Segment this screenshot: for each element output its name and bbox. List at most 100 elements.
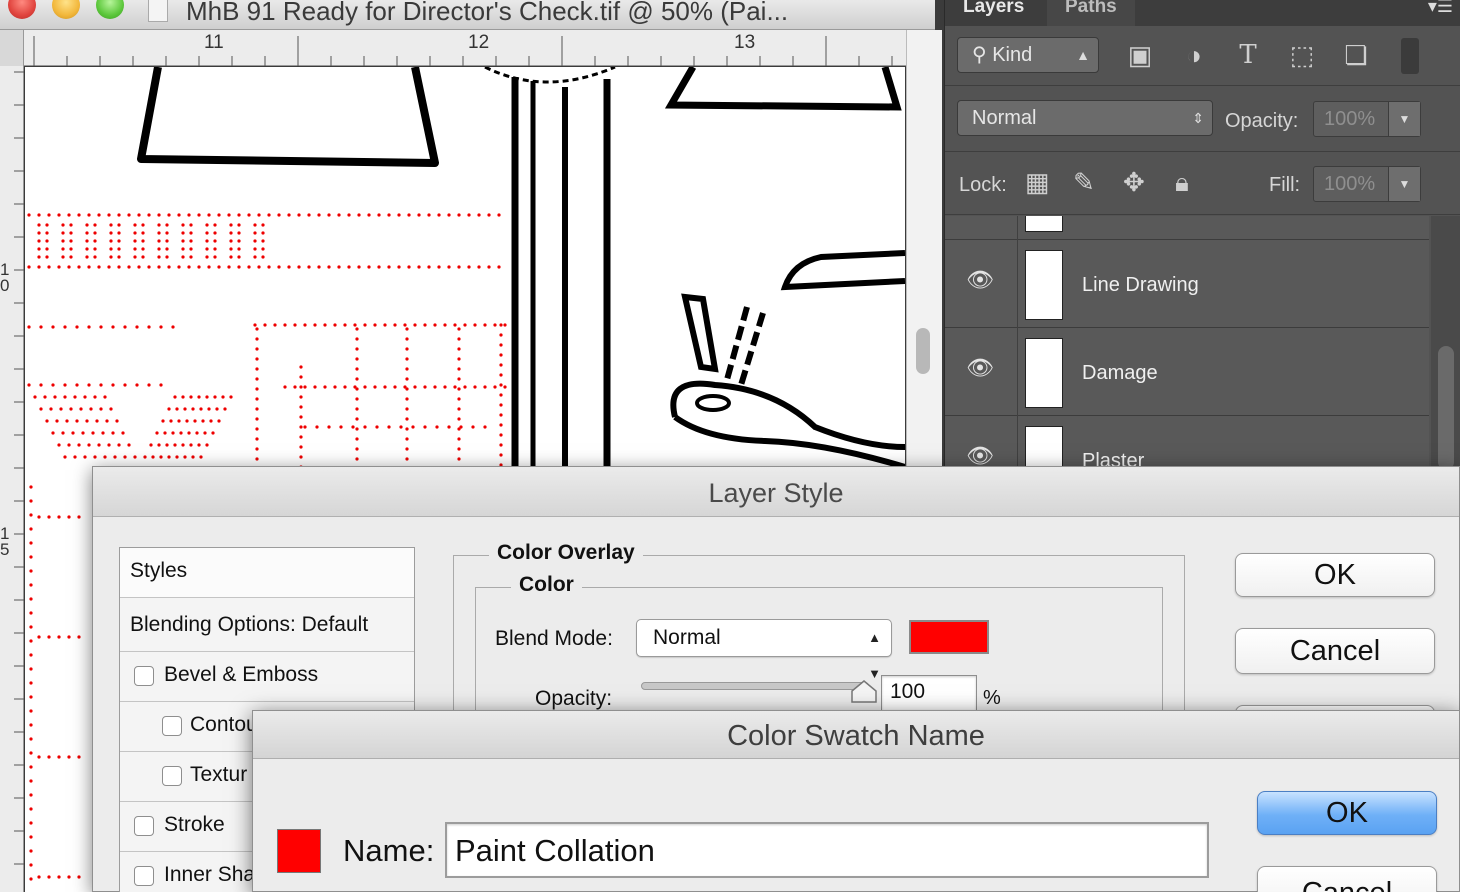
- overlay-opacity-input[interactable]: 100: [881, 675, 977, 711]
- overlay-color-swatch[interactable]: [909, 620, 989, 654]
- color-overlay-title: Color Overlay: [489, 541, 643, 565]
- visibility-eye-icon[interactable]: 👁︎: [965, 357, 995, 379]
- layer-row-damage[interactable]: 👁︎ Damage: [945, 328, 1429, 416]
- eye-column-divider: [1017, 416, 1018, 470]
- ruler-ticks: [14, 71, 24, 865]
- layer-thumbnail: [1025, 216, 1063, 232]
- layer-list: 👁︎ Line Drawing 👁︎ Damage 👁︎ Plaster: [945, 216, 1429, 470]
- canvas-vertical-scrollbar[interactable]: [906, 30, 942, 470]
- layer-style-cancel-button[interactable]: Cancel: [1235, 628, 1435, 674]
- layer-row[interactable]: [945, 216, 1429, 240]
- lock-all-padlock-icon[interactable]: 🔒︎: [1175, 167, 1189, 199]
- overlay-opacity-slider[interactable]: [641, 682, 869, 690]
- ruler-origin[interactable]: [0, 30, 24, 66]
- dialog-title: Color Swatch Name: [253, 711, 1459, 759]
- color-subgroup-title: Color: [511, 573, 582, 597]
- scrollbar-thumb[interactable]: [916, 328, 930, 374]
- styles-header[interactable]: Styles: [120, 548, 414, 598]
- lock-fill-row: Lock: ▦ ✎ ✥ 🔒︎ Fill: 100% ▼: [945, 153, 1460, 215]
- minimize-window-button[interactable]: [52, 0, 80, 19]
- tab-layers[interactable]: Layers: [945, 0, 1042, 26]
- lock-pixels-brush-icon[interactable]: ✎: [1073, 167, 1095, 198]
- close-window-button[interactable]: [8, 0, 36, 19]
- layer-fill-field[interactable]: 100% ▼: [1313, 166, 1421, 202]
- filter-toggle[interactable]: [1401, 38, 1419, 74]
- dialog-title: Layer Style: [93, 467, 1459, 517]
- document-title-bar[interactable]: MhB 91 Ready for Director's Check.tif @ …: [0, 0, 935, 30]
- layer-opacity-field[interactable]: 100% ▼: [1313, 101, 1421, 137]
- effect-checkbox[interactable]: [134, 866, 154, 886]
- layers-panel: Layers Paths ▾☰ ⚲ Kind ▲ ▣ ◑ T ⬚ ❏ Norma…: [944, 0, 1460, 470]
- effect-label: Textur: [190, 763, 248, 786]
- layer-name[interactable]: Damage: [1082, 362, 1158, 385]
- document-icon: [148, 0, 168, 22]
- effect-label: Stroke: [164, 813, 225, 836]
- swatch-name-input[interactable]: Paint Collation: [445, 822, 1209, 878]
- layer-row-line-drawing[interactable]: 👁︎ Line Drawing: [945, 240, 1429, 328]
- chevron-down-icon[interactable]: ▼: [1388, 167, 1420, 201]
- adjustment-filter-icon[interactable]: ◑: [1179, 40, 1209, 71]
- chevron-updown-icon: ▲: [1076, 47, 1090, 63]
- color-swatch-name-dialog: Color Swatch Name Name: Paint Collation …: [252, 710, 1460, 892]
- percent-sign: %: [983, 687, 1001, 709]
- opacity-label: Opacity:: [1225, 110, 1299, 132]
- horizontal-ruler[interactable]: 11 12 13: [24, 30, 908, 66]
- eye-column-divider: [1017, 216, 1018, 240]
- overlay-blend-mode-select[interactable]: Normal ▲ ▼: [636, 619, 892, 681]
- ruler-mark: 1 0: [0, 260, 10, 295]
- layer-style-ok-button[interactable]: OK: [1235, 553, 1435, 597]
- ruler-mark: 13: [734, 32, 756, 53]
- filter-kind-select[interactable]: ⚲ Kind ▲: [957, 37, 1099, 73]
- panel-tabs: Layers Paths ▾☰: [945, 0, 1460, 26]
- chevron-down-icon[interactable]: ▼: [1388, 102, 1420, 136]
- layer-row-plaster[interactable]: 👁︎ Plaster: [945, 416, 1429, 470]
- layer-blend-mode-select[interactable]: Normal ⇕: [957, 100, 1213, 136]
- vertical-ruler[interactable]: 1 0 1 5: [0, 66, 24, 892]
- blend-mode-label: Blend Mode:: [495, 627, 613, 650]
- image-filter-icon[interactable]: ▣: [1125, 40, 1155, 71]
- layer-name[interactable]: Line Drawing: [1082, 274, 1199, 297]
- layer-thumbnail: [1025, 338, 1063, 408]
- swatch-ok-button[interactable]: OK: [1257, 791, 1437, 835]
- document-title: MhB 91 Ready for Director's Check.tif @ …: [186, 0, 789, 26]
- effect-label: Bevel & Emboss: [164, 663, 319, 686]
- effect-bevel-emboss[interactable]: Bevel & Emboss: [120, 652, 414, 702]
- swatch-cancel-button[interactable]: Cancel: [1257, 866, 1437, 892]
- blend-mode-value: Normal: [972, 107, 1037, 129]
- layer-thumbnail: [1025, 250, 1063, 320]
- lock-transparency-icon[interactable]: ▦: [1025, 167, 1050, 198]
- layers-scrollbar[interactable]: [1431, 216, 1460, 470]
- screen: { "document": { "title": "MhB 91 Ready f…: [0, 0, 1460, 892]
- ruler-mark: 12: [468, 32, 490, 53]
- filter-kind-label: Kind: [992, 44, 1033, 66]
- effect-checkbox[interactable]: [162, 766, 182, 786]
- visibility-eye-icon[interactable]: 👁︎: [965, 445, 995, 467]
- panel-menu-icon[interactable]: ▾☰: [1428, 0, 1453, 17]
- fill-label: Fill:: [1269, 174, 1301, 196]
- effect-checkbox[interactable]: [134, 816, 154, 836]
- effect-label: Contou: [190, 713, 258, 736]
- scrollbar-thumb[interactable]: [1438, 346, 1454, 470]
- overlay-opacity-label: Opacity:: [535, 687, 613, 710]
- visibility-eye-icon[interactable]: 👁︎: [965, 269, 995, 291]
- fill-value: 100%: [1324, 173, 1376, 195]
- effect-checkbox[interactable]: [162, 716, 182, 736]
- shape-filter-icon[interactable]: ⬚: [1287, 40, 1317, 71]
- overlay-blend-mode-value: Normal: [653, 626, 721, 649]
- lock-position-move-icon[interactable]: ✥: [1123, 167, 1145, 198]
- blend-opacity-row: Normal ⇕ Opacity: 100% ▼: [945, 88, 1460, 152]
- eye-column-divider: [1017, 328, 1018, 416]
- slider-knob[interactable]: [851, 679, 877, 703]
- name-label: Name:: [343, 833, 435, 868]
- type-filter-icon[interactable]: T: [1233, 40, 1263, 70]
- effect-label: Inner Sha: [164, 863, 256, 886]
- zoom-window-button[interactable]: [96, 0, 124, 19]
- lock-label: Lock:: [959, 174, 1007, 196]
- blending-options-item[interactable]: Blending Options: Default: [120, 602, 414, 652]
- effect-checkbox[interactable]: [134, 666, 154, 686]
- ruler-mark: 1 5: [0, 524, 10, 559]
- chevron-updown-icon: ⇕: [1192, 110, 1204, 126]
- tab-paths[interactable]: Paths: [1047, 0, 1135, 26]
- ruler-ticks: [33, 36, 893, 66]
- smart-object-filter-icon[interactable]: ❏: [1341, 40, 1371, 71]
